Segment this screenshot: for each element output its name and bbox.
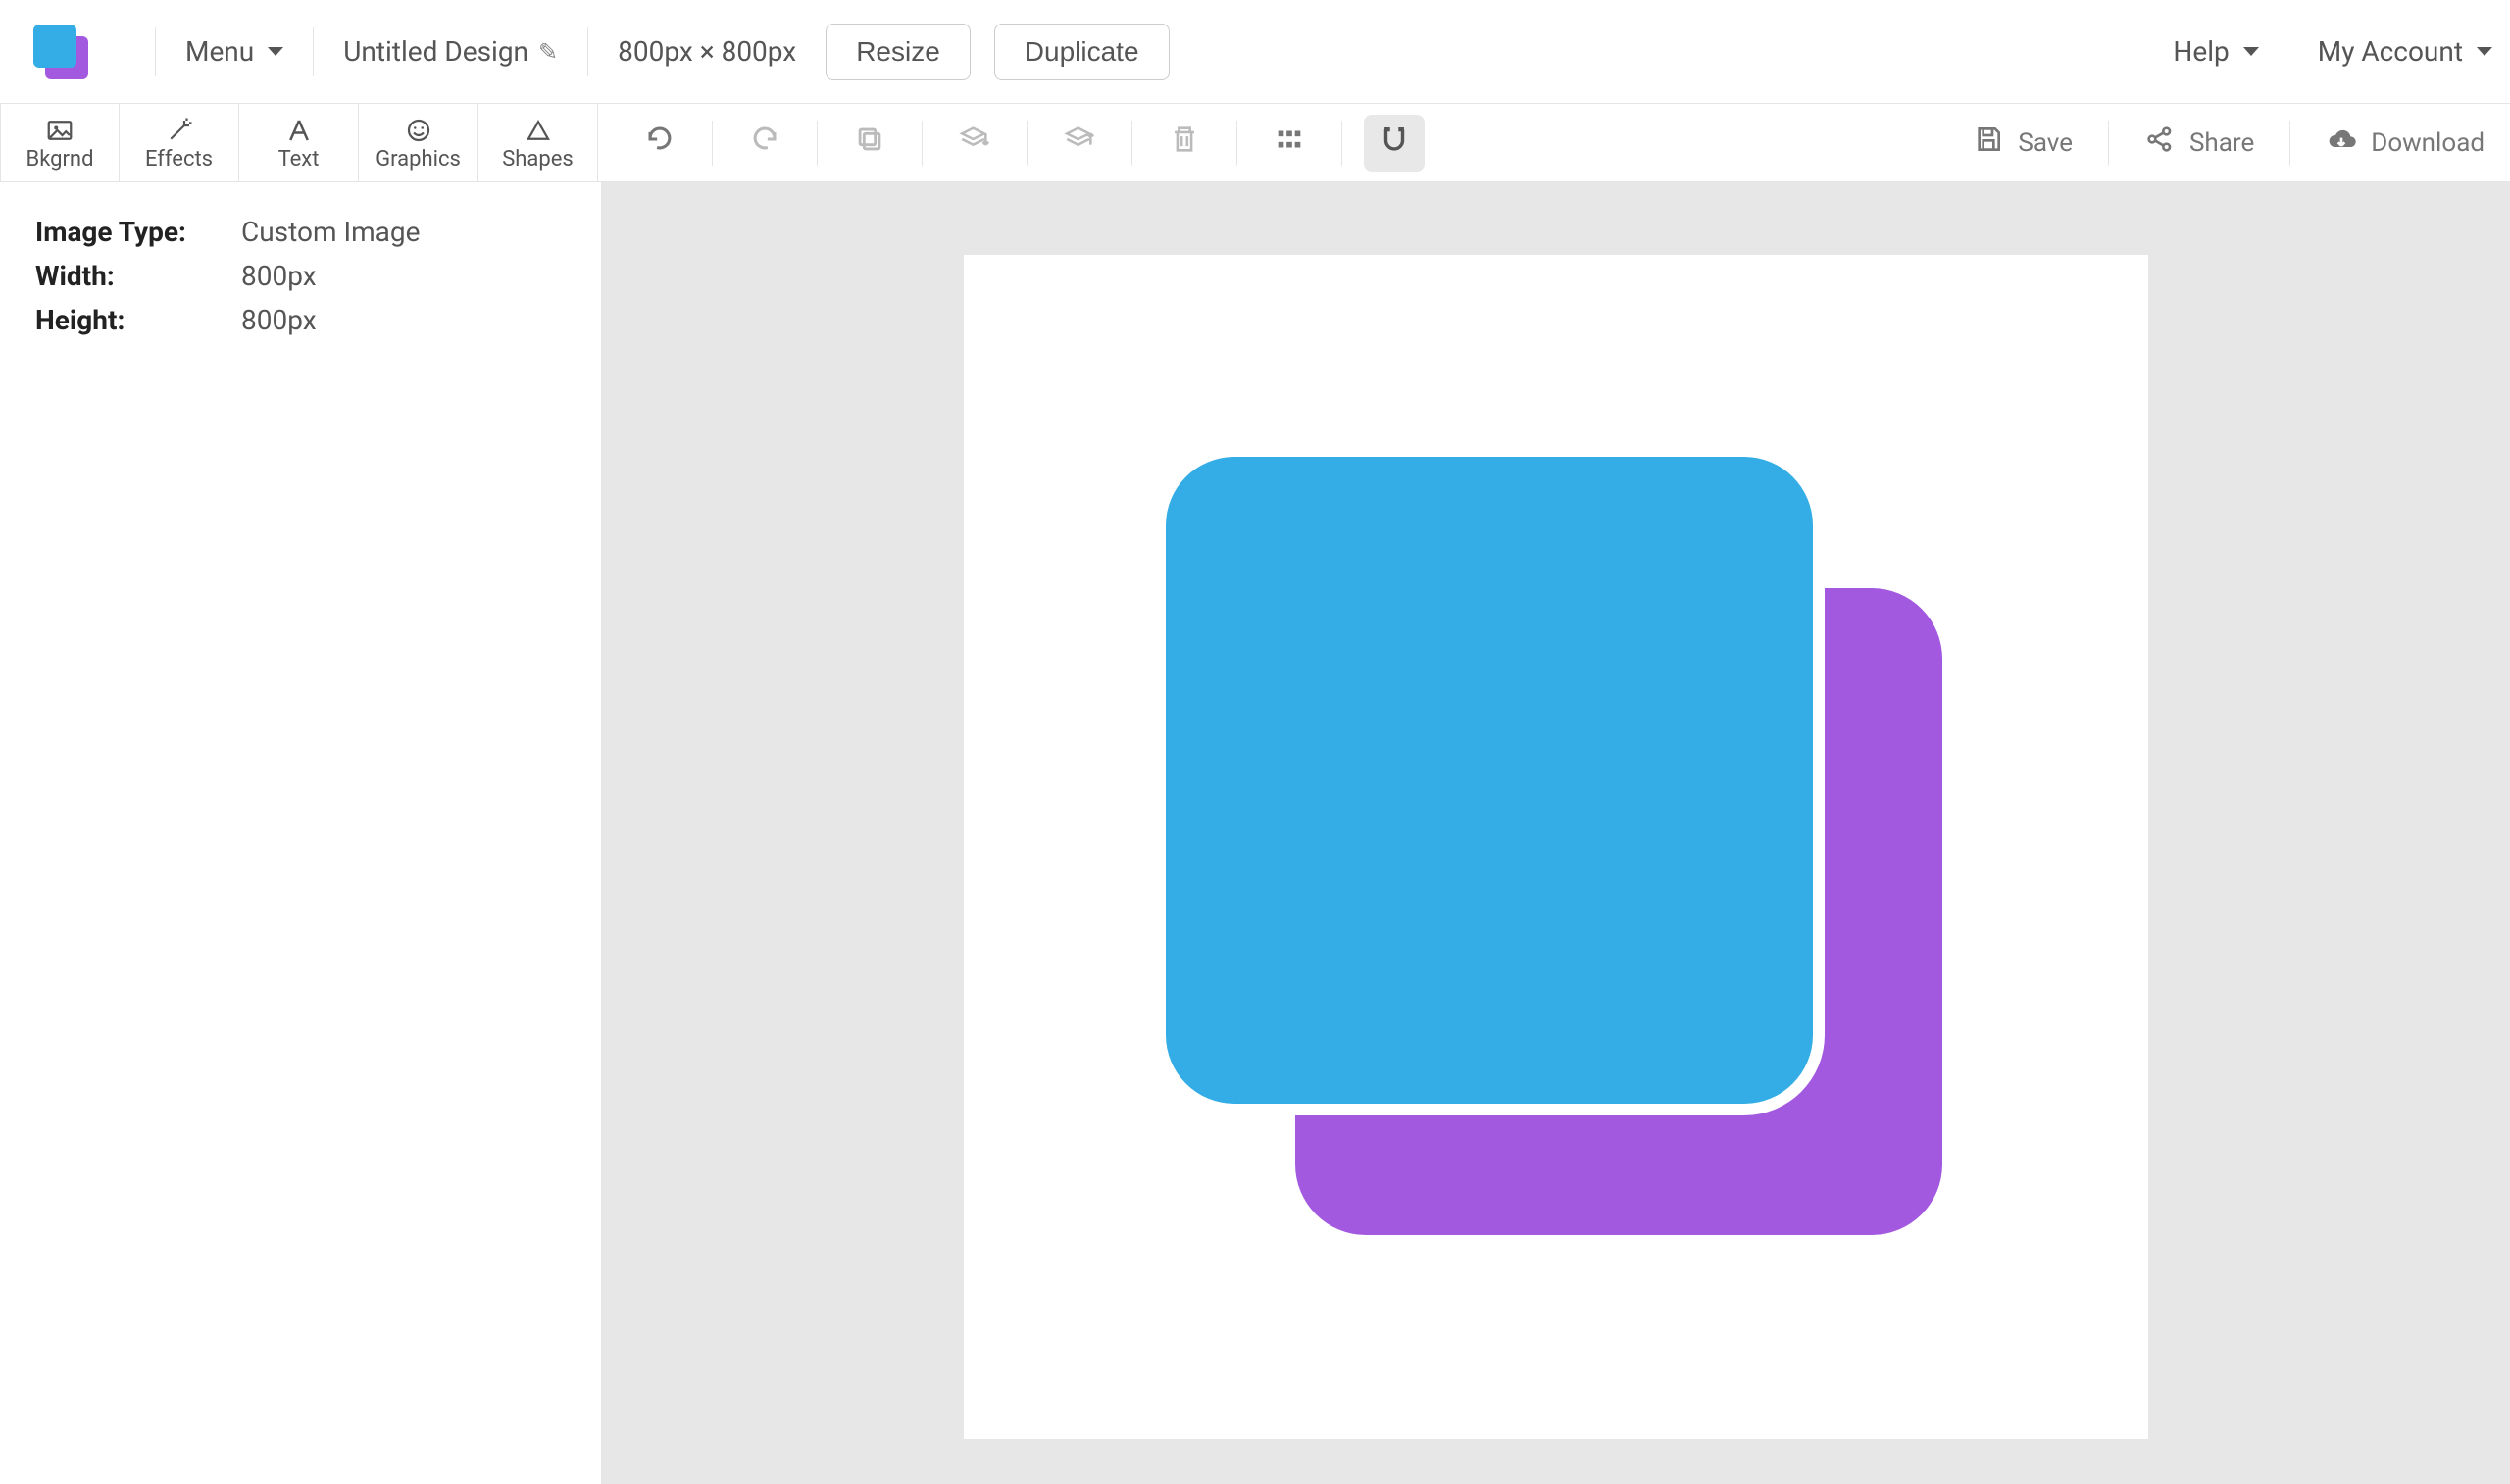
divider [712, 121, 713, 166]
help-dropdown[interactable]: Help [2173, 35, 2258, 68]
share-label: Share [2189, 128, 2254, 158]
resize-label: Resize [856, 36, 940, 67]
canvas-viewport[interactable] [602, 182, 2510, 1484]
menu-label: Menu [185, 35, 254, 68]
divider [1027, 121, 1028, 166]
app-logo[interactable] [33, 25, 88, 79]
divider [1341, 121, 1342, 166]
caret-down-icon [268, 47, 283, 56]
tab-label: Effects [145, 147, 213, 172]
trash-icon [1168, 123, 1201, 163]
property-label: Height: [35, 304, 241, 336]
canvas-dimensions: 800px × 800px [618, 35, 796, 68]
divider [1131, 121, 1132, 166]
duplicate-button[interactable]: Duplicate [994, 24, 1170, 80]
text-icon [284, 114, 314, 147]
undo-icon [643, 123, 677, 163]
tab-label: Text [278, 147, 320, 172]
layer-up-icon [1063, 123, 1096, 163]
property-row-width: Width: 800px [35, 254, 566, 298]
smiley-icon [404, 114, 433, 147]
logo-front-square [33, 25, 76, 68]
redo-button[interactable] [734, 115, 795, 172]
tab-graphics[interactable]: Graphics [359, 104, 478, 181]
editor-toolbar: Bkgrnd Effects Text Graphics Shapes [0, 104, 2510, 182]
snap-button[interactable] [1364, 115, 1425, 172]
magic-wand-icon [165, 114, 194, 147]
divider [587, 27, 588, 76]
menu-dropdown[interactable]: Menu [185, 35, 283, 68]
property-value: Custom Image [241, 216, 420, 248]
pencil-icon: ✎ [538, 38, 558, 66]
divider [313, 27, 314, 76]
account-dropdown[interactable]: My Account [2318, 35, 2492, 68]
share-icon [2144, 124, 2176, 162]
tab-shapes[interactable]: Shapes [478, 104, 598, 181]
share-button[interactable]: Share [2127, 124, 2272, 162]
tab-label: Bkgrnd [25, 147, 93, 172]
save-icon [1973, 124, 2004, 162]
divider [1236, 121, 1237, 166]
download-label: Download [2371, 128, 2485, 158]
divider [817, 121, 818, 166]
cloud-download-icon [2326, 124, 2357, 162]
copy-button[interactable] [839, 115, 900, 172]
duplicate-label: Duplicate [1025, 36, 1139, 67]
copy-icon [853, 123, 886, 163]
toolbar-right: Save Share Download [598, 104, 2510, 181]
tab-text[interactable]: Text [239, 104, 359, 181]
save-label: Save [2018, 128, 2073, 158]
divider [922, 121, 923, 166]
tab-label: Shapes [502, 147, 574, 172]
caret-down-icon [2243, 47, 2259, 56]
property-label: Width: [35, 260, 241, 292]
divider [155, 27, 156, 76]
tab-effects[interactable]: Effects [120, 104, 239, 181]
tab-bkgrnd[interactable]: Bkgrnd [0, 104, 120, 181]
design-name[interactable]: Untitled Design ✎ [343, 35, 558, 68]
divider [2108, 121, 2109, 166]
tab-label: Graphics [376, 147, 461, 172]
property-row-height: Height: 800px [35, 298, 566, 342]
grid-icon [1273, 123, 1306, 163]
help-label: Help [2173, 35, 2229, 68]
triangle-icon [524, 114, 553, 147]
properties-panel: Image Type: Custom Image Width: 800px He… [0, 182, 602, 1484]
property-value: 800px [241, 260, 317, 292]
topbar: Menu Untitled Design ✎ 800px × 800px Res… [0, 0, 2510, 104]
layer-up-button[interactable] [1049, 115, 1110, 172]
magnet-icon [1378, 123, 1411, 163]
redo-icon [748, 123, 781, 163]
undo-button[interactable] [629, 115, 690, 172]
picture-icon [45, 114, 75, 147]
main-area: Image Type: Custom Image Width: 800px He… [0, 182, 2510, 1484]
dimensions-text: 800px × 800px [618, 35, 796, 68]
resize-button[interactable]: Resize [826, 24, 971, 80]
caret-down-icon [2477, 47, 2492, 56]
layer-down-icon [958, 123, 991, 163]
property-value: 800px [241, 304, 317, 336]
property-label: Image Type: [35, 216, 241, 248]
layer-down-button[interactable] [944, 115, 1005, 172]
design-name-text: Untitled Design [343, 35, 528, 68]
account-label: My Account [2318, 35, 2463, 68]
download-button[interactable]: Download [2308, 124, 2502, 162]
divider [2289, 121, 2290, 166]
delete-button[interactable] [1154, 115, 1215, 172]
property-row-image-type: Image Type: Custom Image [35, 210, 566, 254]
save-button[interactable]: Save [1955, 124, 2090, 162]
grid-button[interactable] [1259, 115, 1320, 172]
canvas-shape-blue[interactable] [1166, 457, 1813, 1104]
design-canvas[interactable] [964, 255, 2148, 1439]
